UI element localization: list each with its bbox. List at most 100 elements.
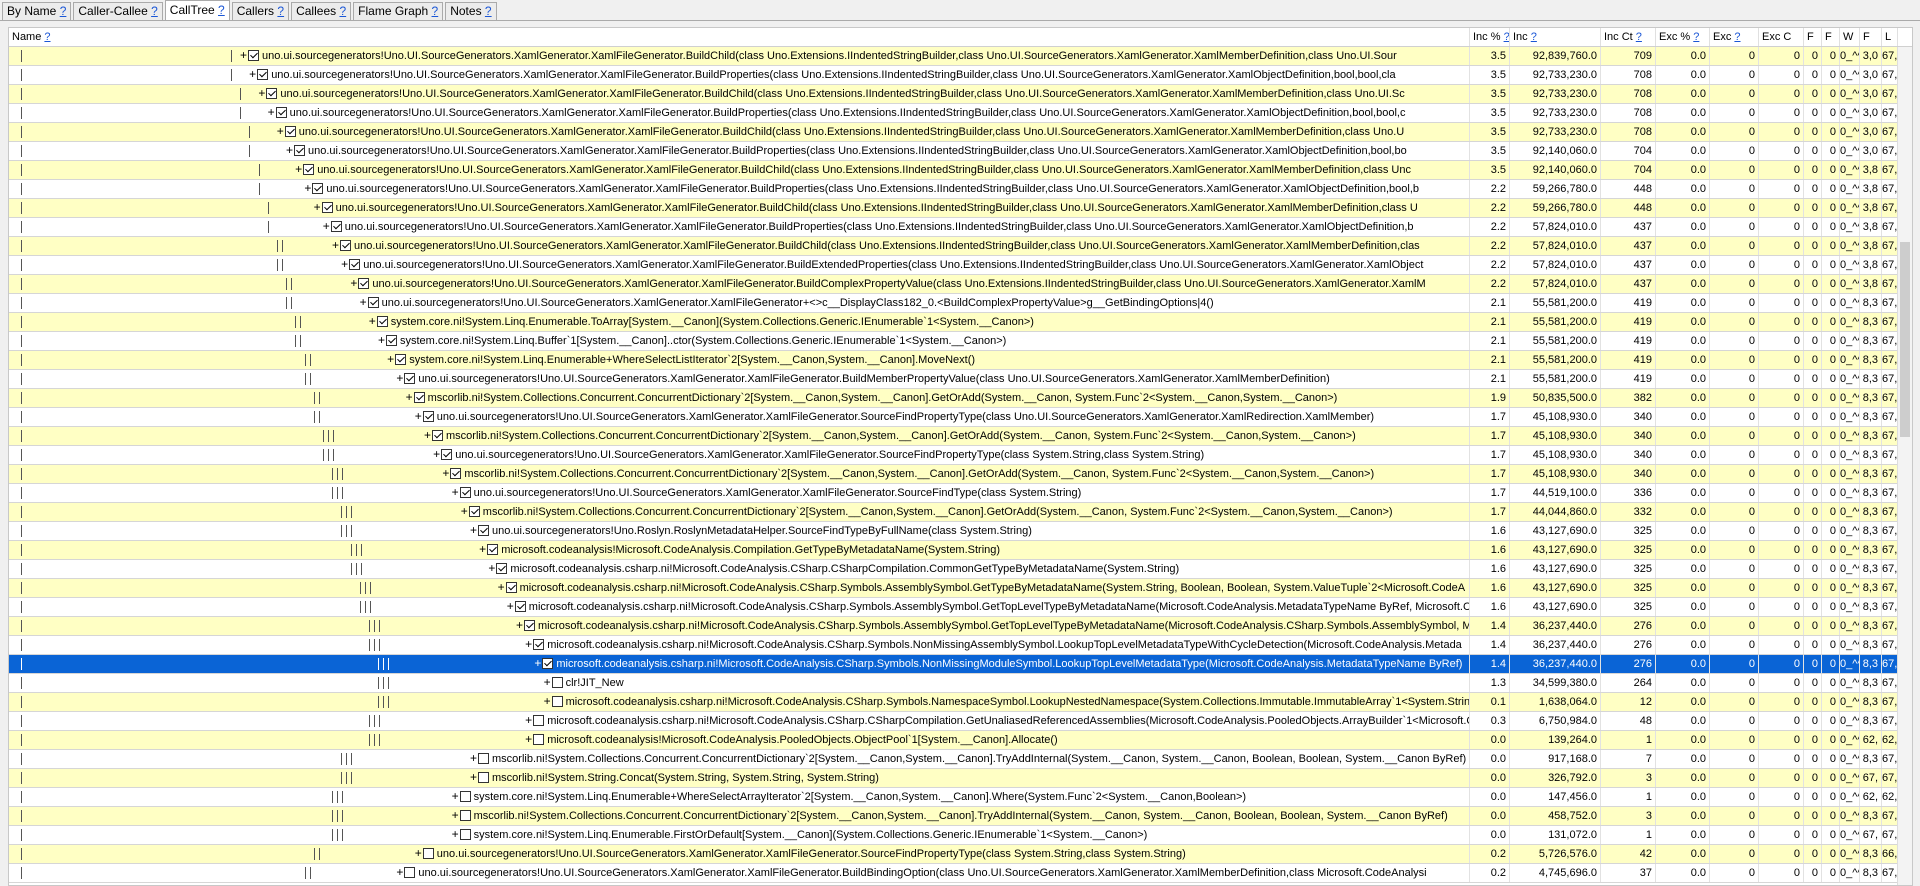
column-header-inc-ct[interactable]: Inc Ct ? xyxy=(1601,28,1656,46)
name-cell[interactable]: + mscorlib.ni!System.Collections.Concurre… xyxy=(9,807,1470,825)
row-checkbox[interactable] xyxy=(459,829,471,840)
name-cell[interactable]: + uno.ui.sourcegenerators!Uno.UI.SourceGe… xyxy=(9,294,1470,312)
name-cell[interactable]: + uno.ui.sourcegenerators!Uno.UI.SourceGe… xyxy=(9,864,1470,882)
table-row[interactable]: + mscorlib.ni!System.Collections.Concurre… xyxy=(9,503,1912,522)
row-checkbox[interactable] xyxy=(404,373,416,384)
name-cell[interactable]: + uno.ui.sourcegenerators!Uno.UI.SourceGe… xyxy=(9,408,1470,426)
row-checkbox[interactable] xyxy=(275,107,287,118)
tab-help-link[interactable]: ? xyxy=(60,4,67,18)
expand-toggle-icon[interactable]: + xyxy=(414,408,423,426)
expand-toggle-icon[interactable]: + xyxy=(524,731,533,749)
expand-toggle-icon[interactable]: + xyxy=(303,180,312,198)
name-cell[interactable]: + uno.ui.sourcegenerators!Uno.UI.SourceGe… xyxy=(9,370,1470,388)
table-row[interactable]: + uno.ui.sourcegenerators!Uno.UI.SourceGe… xyxy=(9,256,1912,275)
name-cell[interactable]: + uno.ui.sourcegenerators!Uno.UI.SourceGe… xyxy=(9,484,1470,502)
expand-toggle-icon[interactable]: + xyxy=(239,47,248,65)
row-checkbox[interactable] xyxy=(533,715,545,726)
name-cell[interactable]: + microsoft.codeanalysis!Microsoft.CodeAn… xyxy=(9,541,1470,559)
table-row[interactable]: + uno.ui.sourcegenerators!Uno.UI.SourceGe… xyxy=(9,123,1912,142)
column-help-link[interactable]: ? xyxy=(1693,31,1699,43)
column-header-f[interactable]: F xyxy=(1860,28,1882,46)
expand-toggle-icon[interactable]: + xyxy=(451,826,460,844)
name-cell[interactable]: + microsoft.codeanalysis.csharp.ni!Micros… xyxy=(9,579,1470,597)
expand-toggle-icon[interactable]: + xyxy=(377,332,386,350)
name-cell[interactable]: + uno.ui.sourcegenerators!Uno.UI.SourceGe… xyxy=(9,446,1470,464)
name-cell[interactable]: + uno.ui.sourcegenerators!Uno.UI.SourceGe… xyxy=(9,85,1470,103)
expand-toggle-icon[interactable]: + xyxy=(451,484,460,502)
table-row[interactable]: + uno.ui.sourcegenerators!Uno.UI.SourceGe… xyxy=(9,237,1912,256)
name-cell[interactable]: + microsoft.codeanalysis.csharp.ni!Micros… xyxy=(9,617,1470,635)
expand-toggle-icon[interactable]: + xyxy=(257,85,266,103)
table-row[interactable]: + mscorlib.ni!System.Collections.Concurre… xyxy=(9,750,1912,769)
table-row[interactable]: + microsoft.codeanalysis.csharp.ni!Micros… xyxy=(9,560,1912,579)
row-checkbox[interactable] xyxy=(367,297,379,308)
expand-toggle-icon[interactable]: + xyxy=(267,104,276,122)
table-row[interactable]: + mscorlib.ni!System.Collections.Concurre… xyxy=(9,465,1912,484)
expand-toggle-icon[interactable]: + xyxy=(313,199,322,217)
tab-help-link[interactable]: ? xyxy=(277,4,284,18)
name-cell[interactable]: + uno.ui.sourcegenerators!Uno.UI.SourceGe… xyxy=(9,845,1470,863)
expand-toggle-icon[interactable]: + xyxy=(478,541,487,559)
column-help-link[interactable]: ? xyxy=(1734,31,1740,43)
expand-toggle-icon[interactable]: + xyxy=(395,370,404,388)
expand-toggle-icon[interactable]: + xyxy=(285,142,294,160)
name-cell[interactable]: + mscorlib.ni!System.String.Concat(System… xyxy=(9,769,1470,787)
expand-toggle-icon[interactable]: + xyxy=(248,66,257,84)
column-help-link[interactable]: ? xyxy=(1504,31,1509,43)
tab-help-link[interactable]: ? xyxy=(151,4,158,18)
column-header-w[interactable]: W xyxy=(1840,28,1860,46)
name-cell[interactable]: + uno.ui.sourcegenerators!Uno.UI.SourceGe… xyxy=(9,199,1470,217)
table-row[interactable]: + uno.ui.sourcegenerators!Uno.UI.SourceGe… xyxy=(9,294,1912,313)
row-checkbox[interactable] xyxy=(505,582,517,593)
name-cell[interactable]: + microsoft.codeanalysis.csharp.ni!Micros… xyxy=(9,560,1470,578)
table-row[interactable]: + microsoft.codeanalysis!Microsoft.CodeAn… xyxy=(9,541,1912,560)
tab-flame-graph[interactable]: Flame Graph ? xyxy=(353,2,444,20)
table-row[interactable]: + mscorlib.ni!System.String.Concat(System… xyxy=(9,769,1912,788)
table-row[interactable]: + microsoft.codeanalysis.csharp.ni!Micros… xyxy=(9,655,1912,674)
column-header-exc-c[interactable]: Exc C xyxy=(1759,28,1804,46)
tab-help-link[interactable]: ? xyxy=(339,4,346,18)
expand-toggle-icon[interactable]: + xyxy=(340,256,349,274)
expand-toggle-icon[interactable]: + xyxy=(533,655,542,673)
row-checkbox[interactable] xyxy=(487,544,499,555)
row-checkbox[interactable] xyxy=(478,753,489,764)
expand-toggle-icon[interactable]: + xyxy=(543,674,552,692)
expand-toggle-icon[interactable]: + xyxy=(469,750,478,768)
name-cell[interactable]: + microsoft.codeanalysis.csharp.ni!Micros… xyxy=(9,598,1470,616)
table-row[interactable]: + microsoft.codeanalysis.csharp.ni!Micros… xyxy=(9,693,1912,712)
row-checkbox[interactable] xyxy=(533,734,545,745)
row-checkbox[interactable] xyxy=(266,88,278,99)
tab-by-name[interactable]: By Name ? xyxy=(2,2,72,20)
row-checkbox[interactable] xyxy=(459,791,471,802)
row-checkbox[interactable] xyxy=(330,221,342,232)
tab-help-link[interactable]: ? xyxy=(218,3,225,17)
tab-callers[interactable]: Callers ? xyxy=(231,2,290,20)
table-row[interactable]: + uno.ui.sourcegenerators!Uno.UI.SourceGe… xyxy=(9,370,1912,389)
name-cell[interactable]: + uno.ui.sourcegenerators!Uno.UI.SourceGe… xyxy=(9,47,1470,65)
row-checkbox[interactable] xyxy=(422,411,434,422)
row-checkbox[interactable] xyxy=(542,658,554,669)
table-row[interactable]: + uno.ui.sourcegenerators!Uno.UI.SourceGe… xyxy=(9,85,1912,104)
column-header-f[interactable]: F xyxy=(1822,28,1840,46)
column-header-inc-[interactable]: Inc % ? xyxy=(1470,28,1510,46)
tab-help-link[interactable]: ? xyxy=(432,4,439,18)
expand-toggle-icon[interactable]: + xyxy=(423,427,432,445)
table-row[interactable]: + uno.ui.sourcegenerators!Uno.UI.SourceGe… xyxy=(9,408,1912,427)
expand-toggle-icon[interactable]: + xyxy=(543,693,552,711)
row-checkbox[interactable] xyxy=(551,677,563,688)
name-cell[interactable]: + system.core.ni!System.Linq.Enumerable+W… xyxy=(9,351,1470,369)
table-row[interactable]: + mscorlib.ni!System.Collections.Concurre… xyxy=(9,807,1912,826)
expand-toggle-icon[interactable]: + xyxy=(469,769,478,787)
row-checkbox[interactable] xyxy=(321,202,333,213)
table-row[interactable]: + clr!JIT_New 1.3 34,599,380.0 264 0.0 0 0 0 0 0_^… xyxy=(9,674,1912,693)
name-cell[interactable]: + mscorlib.ni!System.Collections.Concurre… xyxy=(9,427,1470,445)
row-checkbox[interactable] xyxy=(248,50,259,61)
row-checkbox[interactable] xyxy=(524,620,535,631)
row-checkbox[interactable] xyxy=(257,69,269,80)
name-cell[interactable]: + mscorlib.ni!System.Collections.Concurre… xyxy=(9,465,1470,483)
table-row[interactable]: + uno.ui.sourcegenerators!Uno.UI.SourceGe… xyxy=(9,199,1912,218)
name-cell[interactable]: + uno.ui.sourcegenerators!Uno.UI.SourceGe… xyxy=(9,237,1470,255)
table-row[interactable]: + microsoft.codeanalysis.csharp.ni!Micros… xyxy=(9,598,1912,617)
name-cell[interactable]: + uno.ui.sourcegenerators!Uno.UI.SourceGe… xyxy=(9,180,1470,198)
row-checkbox[interactable] xyxy=(478,525,489,536)
